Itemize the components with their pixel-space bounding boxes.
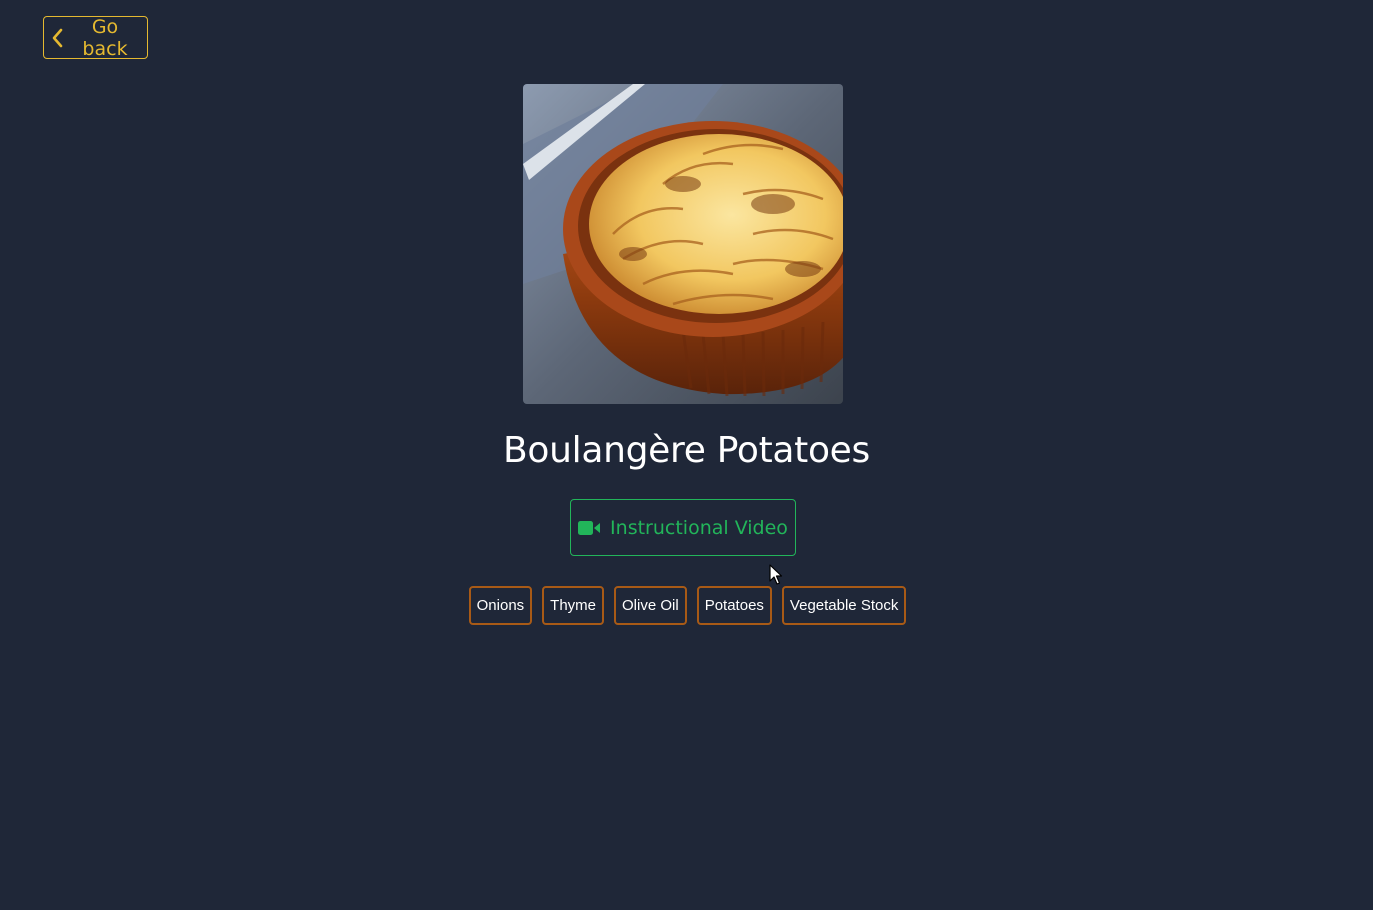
- recipe-title: Boulangère Potatoes: [503, 430, 870, 471]
- recipe-image: [523, 84, 843, 404]
- ingredient-tag-thyme[interactable]: Thyme: [542, 586, 605, 625]
- chevron-left-icon: [50, 28, 63, 48]
- go-back-button[interactable]: Go back: [43, 15, 148, 60]
- go-back-label: Go back: [82, 15, 128, 60]
- instructional-video-button[interactable]: Instructional Video: [570, 499, 796, 556]
- video-camera-icon: [578, 520, 601, 536]
- ingredient-tags: Onions Thyme Olive Oil Potatoes Vegetabl…: [0, 586, 1373, 625]
- ingredient-tag-onions[interactable]: Onions: [468, 586, 533, 625]
- instructional-video-label: Instructional Video: [610, 516, 788, 539]
- ingredient-tag-potatoes[interactable]: Potatoes: [696, 586, 772, 625]
- ingredient-tag-olive-oil[interactable]: Olive Oil: [614, 586, 687, 625]
- ingredient-tag-vegetable-stock[interactable]: Vegetable Stock: [781, 586, 907, 625]
- mouse-pointer-icon: [769, 564, 783, 585]
